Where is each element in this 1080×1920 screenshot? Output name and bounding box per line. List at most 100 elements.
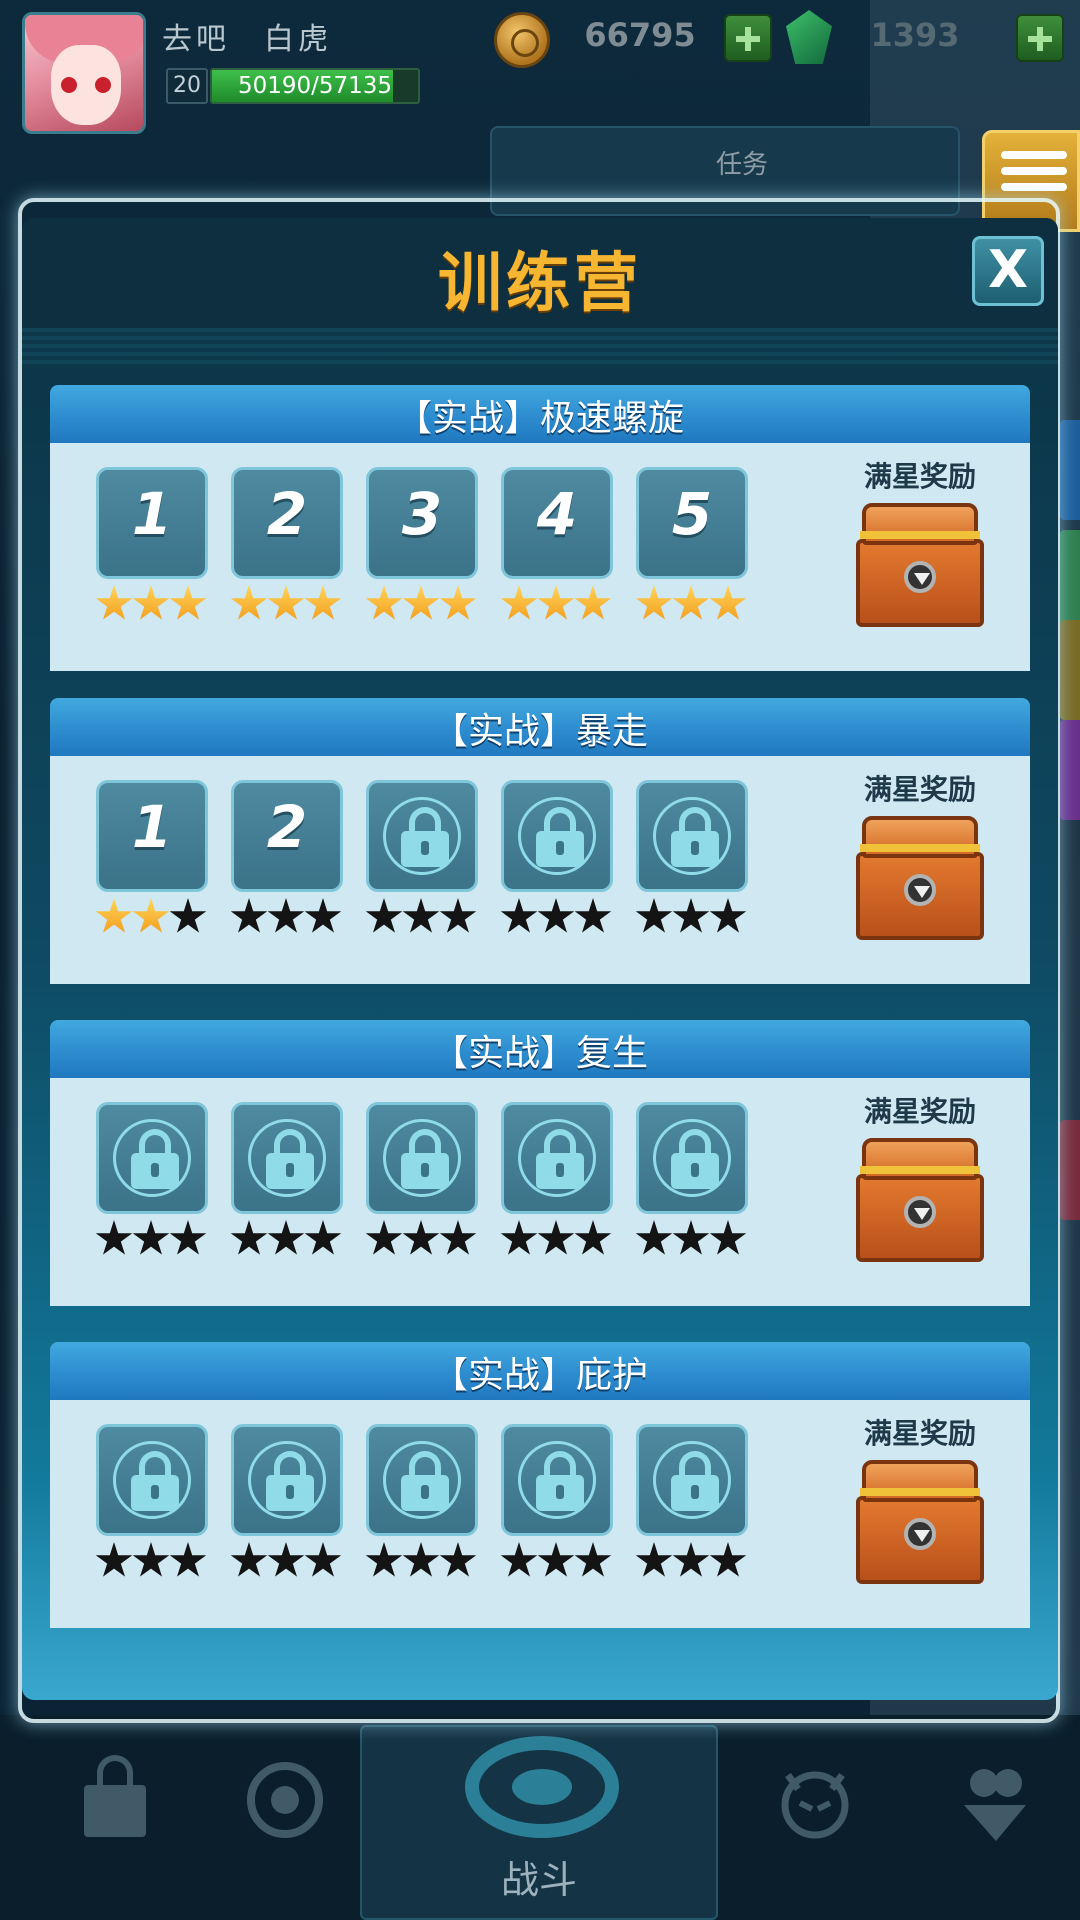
star-empty-icon: [267, 898, 305, 933]
stage-number: 1: [131, 793, 173, 861]
star-empty-icon: [365, 898, 403, 933]
stage-button[interactable]: 3: [366, 467, 478, 579]
stage-locked[interactable]: [366, 1102, 478, 1214]
stage-stars: [365, 1220, 479, 1260]
star-empty-icon: [304, 1542, 342, 1577]
stage-locked[interactable]: [96, 1424, 208, 1536]
section-body: 满星奖励: [50, 1078, 1030, 1306]
stage-locked[interactable]: [231, 1424, 343, 1536]
stage-button[interactable]: 2: [231, 780, 343, 892]
star-empty-icon: [709, 1542, 747, 1577]
side-tab[interactable]: [1060, 530, 1080, 630]
star-empty-icon: [402, 1220, 440, 1255]
exp-bar: 50190/57135: [210, 68, 420, 104]
nav-friends[interactable]: [900, 1715, 1080, 1920]
stage-stars: [230, 1542, 344, 1582]
reward-chest-icon[interactable]: [856, 816, 984, 946]
stage-button[interactable]: 4: [501, 467, 613, 579]
stage-locked[interactable]: [636, 1102, 748, 1214]
section-title: 【实战】庇护: [431, 1355, 648, 1396]
star-filled-icon: [402, 585, 440, 620]
stage-locked[interactable]: [231, 1102, 343, 1214]
training-section: 【实战】暴走 1 2 满星奖励: [50, 698, 1030, 984]
star-empty-icon: [169, 1542, 207, 1577]
side-tab[interactable]: [1060, 720, 1080, 820]
star-empty-icon: [672, 1220, 710, 1255]
reward-chest-icon[interactable]: [856, 1460, 984, 1590]
stage-number: 2: [266, 480, 308, 548]
close-button[interactable]: X: [972, 236, 1044, 306]
add-gem-button[interactable]: [1016, 14, 1064, 62]
stage-number: 1: [131, 480, 173, 548]
stage-locked[interactable]: [366, 1424, 478, 1536]
stage-locked[interactable]: [366, 780, 478, 892]
section-body: 1 2 3 4 5 满星奖励: [50, 443, 1030, 671]
stage-stars: [230, 1220, 344, 1260]
side-tab[interactable]: [1060, 620, 1080, 720]
full-star-reward-label: 满星奖励: [863, 1095, 976, 1128]
stage-stars: [635, 1542, 749, 1582]
stage-button[interactable]: 1: [96, 780, 208, 892]
star-empty-icon: [500, 898, 538, 933]
nav-battle[interactable]: 战斗: [360, 1725, 718, 1920]
star-filled-icon: [132, 585, 170, 620]
player-avatar[interactable]: [22, 12, 146, 134]
gold-value: 66795: [584, 16, 696, 54]
stage-locked[interactable]: [501, 1424, 613, 1536]
star-empty-icon: [402, 898, 440, 933]
star-empty-icon: [439, 1220, 477, 1255]
full-star-reward-label: 满星奖励: [863, 460, 976, 493]
stage-button[interactable]: 2: [231, 467, 343, 579]
star-empty-icon: [635, 1220, 673, 1255]
side-tab[interactable]: [1060, 1120, 1080, 1220]
nav-battle-label: 战斗: [500, 1858, 577, 1902]
battle-spinner-icon: [465, 1736, 619, 1838]
stage-button[interactable]: 5: [636, 467, 748, 579]
section-header: 【实战】极速螺旋: [50, 385, 1030, 443]
spinner-icon: [247, 1762, 323, 1838]
star-empty-icon: [537, 1220, 575, 1255]
stage-stars: [500, 1220, 614, 1260]
training-section: 【实战】庇护 满星奖励: [50, 1342, 1030, 1628]
stage-stars: [635, 1220, 749, 1260]
stage-locked[interactable]: [501, 1102, 613, 1214]
reward-chest-icon[interactable]: [856, 1138, 984, 1268]
stage-locked[interactable]: [636, 1424, 748, 1536]
section-title: 【实战】复生: [431, 1033, 648, 1074]
stage-stars: [365, 585, 479, 625]
training-section: 【实战】极速螺旋 1 2 3 4 5 满星奖励: [50, 385, 1030, 671]
star-empty-icon: [537, 1542, 575, 1577]
star-empty-icon: [132, 1542, 170, 1577]
add-gold-button[interactable]: [724, 14, 772, 62]
star-filled-icon: [304, 585, 342, 620]
star-empty-icon: [402, 1542, 440, 1577]
star-filled-icon: [169, 585, 207, 620]
star-empty-icon: [500, 1220, 538, 1255]
star-empty-icon: [95, 1542, 133, 1577]
star-empty-icon: [574, 1220, 612, 1255]
reward-chest-icon[interactable]: [856, 503, 984, 633]
star-filled-icon: [95, 585, 133, 620]
star-empty-icon: [439, 898, 477, 933]
star-empty-icon: [230, 1220, 268, 1255]
stage-stars: [365, 898, 479, 938]
stage-locked[interactable]: [501, 780, 613, 892]
star-empty-icon: [439, 1542, 477, 1577]
player-level: 20: [166, 68, 208, 104]
star-filled-icon: [672, 585, 710, 620]
stage-stars: [500, 898, 614, 938]
nav-devil[interactable]: [720, 1715, 920, 1920]
star-empty-icon: [95, 1220, 133, 1255]
star-empty-icon: [709, 1220, 747, 1255]
stage-number: 4: [536, 480, 578, 548]
stage-stars: [365, 1542, 479, 1582]
stage-locked[interactable]: [636, 780, 748, 892]
stage-locked[interactable]: [96, 1102, 208, 1214]
star-empty-icon: [672, 1542, 710, 1577]
section-title: 【实战】暴走: [431, 711, 648, 752]
star-empty-icon: [132, 1220, 170, 1255]
side-tab[interactable]: [1060, 420, 1080, 520]
modal-title: 训练营: [438, 247, 642, 321]
stage-button[interactable]: 1: [96, 467, 208, 579]
gold-coin-icon: [494, 12, 550, 68]
